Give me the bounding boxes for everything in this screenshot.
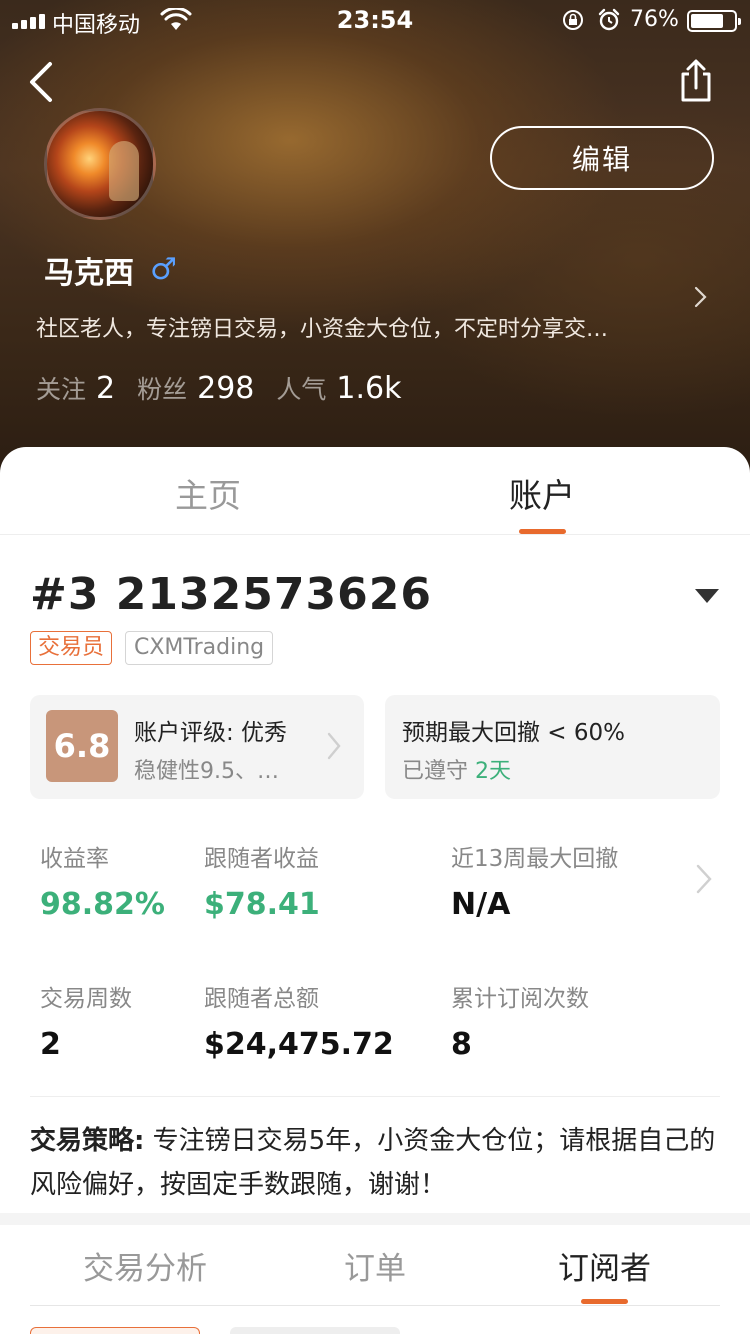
battery-icon <box>687 10 741 32</box>
metric-follower-profit-value: $78.41 <box>204 887 320 922</box>
popularity-label: 人气 <box>276 375 327 404</box>
metric-trade-weeks-label: 交易周数 <box>40 986 132 1012</box>
metric-13w-drawdown-value: N/A <box>451 887 511 922</box>
battery-fill <box>691 14 723 28</box>
chevron-right-icon[interactable] <box>690 286 710 308</box>
rating-title: 账户评级: 优秀 <box>134 720 288 746</box>
metric-follower-profit-label: 跟随者收益 <box>204 846 319 872</box>
drawdown-title: 预期最大回撤 < 60% <box>402 720 626 746</box>
rotation-lock-icon <box>563 10 583 30</box>
caret-down-icon[interactable] <box>695 589 719 603</box>
tab-orders[interactable]: 订单 <box>344 1243 406 1288</box>
drawdown-kept-days: 2天 <box>475 759 512 784</box>
followers-count[interactable]: 298 <box>197 371 254 406</box>
chevron-right-icon[interactable] <box>695 863 713 895</box>
status-bar: 中国移动 23:54 76% <box>0 0 750 40</box>
metric-return-value: 98.82% <box>40 887 165 922</box>
filter-chip[interactable] <box>230 1327 400 1334</box>
filter-chip-active[interactable] <box>30 1327 200 1334</box>
metric-follower-total-value: $24,475.72 <box>204 1027 394 1062</box>
following-count[interactable]: 2 <box>96 371 115 406</box>
edit-profile-button[interactable]: 编辑 <box>490 126 714 190</box>
strategy-label: 交易策略: <box>30 1126 145 1156</box>
divider <box>30 1305 720 1306</box>
popularity-count: 1.6k <box>336 371 402 406</box>
metric-follower-total-label: 跟随者总额 <box>204 986 319 1012</box>
account-rating-card[interactable]: 6.8 账户评级: 优秀 稳健性9.5、… <box>30 695 364 799</box>
tab-trade-analysis[interactable]: 交易分析 <box>83 1243 207 1288</box>
followers-label[interactable]: 粉丝 <box>137 370 187 406</box>
drawdown-kept: 已遵守 2天 <box>402 753 511 785</box>
tab-home[interactable]: 主页 <box>148 469 268 517</box>
trading-strategy: 交易策略: 专注镑日交易5年，小资金大仓位；请根据自己的风险偏好，按固定手数跟随… <box>30 1119 720 1207</box>
rating-score: 6.8 <box>46 710 118 782</box>
main-tabs: 主页 账户 <box>0 447 750 535</box>
content-sheet: 主页 账户 #3 2132573626 交易员 CXMTrading 6.8 账… <box>0 447 750 1334</box>
active-tab-indicator <box>519 529 566 534</box>
avatar[interactable] <box>44 108 156 220</box>
profile-stats: 关注 2 粉丝 298 人气 1.6k <box>36 370 424 406</box>
rating-subtitle: 稳健性9.5、… <box>134 759 279 784</box>
back-arrow-icon[interactable] <box>26 60 58 104</box>
metric-subscriptions-value: 8 <box>451 1027 472 1062</box>
divider <box>30 1096 720 1097</box>
sub-tabs: 交易分析 订单 订阅者 <box>0 1225 750 1305</box>
broker-tag: CXMTrading <box>125 631 274 665</box>
metric-subscriptions-label: 累计订阅次数 <box>451 986 589 1012</box>
chevron-right-icon[interactable] <box>326 731 342 761</box>
tab-account[interactable]: 账户 <box>482 469 602 517</box>
active-subtab-indicator <box>581 1299 628 1304</box>
metric-trade-weeks-value: 2 <box>40 1027 61 1062</box>
user-name: 马克西 <box>44 256 134 291</box>
alarm-icon <box>598 8 620 31</box>
male-gender-icon: ♂ <box>150 252 177 287</box>
bio-text[interactable]: 社区老人，专注镑日交易，小资金大仓位，不定时分享交… <box>36 311 676 343</box>
max-drawdown-card: 预期最大回撤 < 60% 已遵守 2天 <box>385 695 720 799</box>
battery-percent: 76% <box>630 7 679 32</box>
following-label[interactable]: 关注 <box>36 370 86 406</box>
profile-header: 中国移动 23:54 76% 编辑 马克西 ♂ 社区老人，专注镑日交易，小资金大… <box>0 0 750 480</box>
drawdown-kept-label: 已遵守 <box>402 759 469 784</box>
tab-subscribers[interactable]: 订阅者 <box>558 1243 651 1288</box>
section-separator <box>0 1213 750 1225</box>
share-icon[interactable] <box>676 58 716 104</box>
trader-tag: 交易员 <box>30 631 113 665</box>
metric-13w-drawdown-label: 近13周最大回撤 <box>451 846 619 872</box>
account-title: #3 2132573626 <box>30 569 432 620</box>
metric-return-label: 收益率 <box>40 846 109 872</box>
